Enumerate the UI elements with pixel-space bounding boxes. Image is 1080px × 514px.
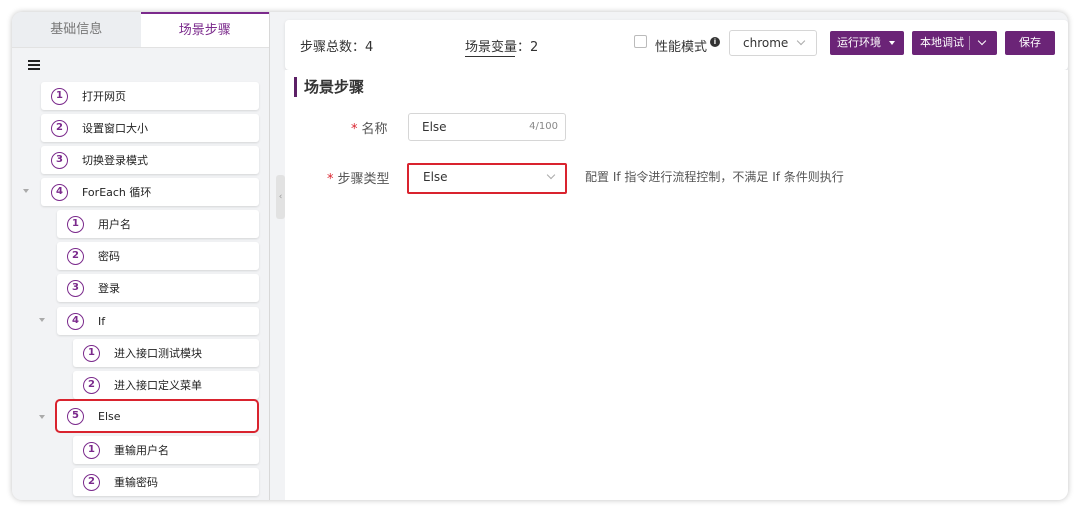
tree-step[interactable]: 1 用户名: [57, 210, 259, 238]
step-number-badge: 4: [67, 312, 84, 330]
step-number-badge: 3: [51, 151, 68, 169]
scene-vars-underline: [465, 56, 515, 57]
step-number-badge: 2: [83, 376, 100, 394]
step-number-badge: 2: [51, 119, 68, 137]
chevron-down-icon[interactable]: [977, 36, 987, 46]
step-label: 进入接口定义菜单: [114, 379, 202, 392]
perf-mode-checkbox[interactable]: [634, 35, 647, 48]
required-mark: *: [351, 122, 358, 137]
step-label: 用户名: [98, 218, 131, 231]
tree-step[interactable]: 4 ForEach 循环: [41, 178, 259, 206]
step-number-badge: 5: [67, 407, 84, 425]
step-label: 重输用户名: [114, 444, 169, 457]
step-type-hint: 配置 If 指令进行流程控制，不满足 If 条件则执行: [585, 170, 844, 184]
step-total: 步骤总数：4: [300, 40, 374, 55]
step-tree-panel: 基础信息 场景步骤 1 打开网页 2 设置窗口大小 3 切换登录模式 4 For…: [12, 12, 270, 500]
step-label: 切换登录模式: [82, 154, 148, 167]
menu-icon[interactable]: [28, 60, 40, 70]
section-accent-bar: [294, 77, 297, 97]
step-label: 重输密码: [114, 476, 158, 489]
perf-mode-label: 性能模式: [655, 40, 708, 55]
browser-value: chrome: [743, 36, 789, 50]
panel-tabs: 基础信息 场景步骤: [12, 12, 269, 48]
char-count: 4/100: [529, 121, 558, 132]
step-number-badge: 1: [67, 215, 84, 233]
step-label: 密码: [98, 250, 120, 263]
tree-step[interactable]: 3 切换登录模式: [41, 146, 259, 174]
name-label-text: 名称: [361, 122, 388, 137]
local-debug-button[interactable]: 本地调试: [912, 31, 997, 55]
app-window: 基础信息 场景步骤 1 打开网页 2 设置窗口大小 3 切换登录模式 4 For…: [12, 12, 1068, 500]
tree-step[interactable]: 3 登录: [57, 274, 259, 302]
type-label-text: 步骤类型: [337, 172, 390, 187]
tree-step[interactable]: 1 进入接口测试模块: [73, 339, 259, 367]
caret-down-icon[interactable]: [23, 189, 29, 193]
tree-step[interactable]: 4 If: [57, 307, 259, 335]
step-number-badge: 1: [51, 87, 68, 105]
step-label: If: [98, 314, 106, 328]
step-label: 设置窗口大小: [82, 122, 148, 135]
browser-select[interactable]: chrome: [729, 30, 817, 56]
tree-step[interactable]: 1 打开网页: [41, 82, 259, 110]
step-label: ForEach 循环: [82, 186, 152, 199]
tree-step[interactable]: 2 重输密码: [73, 468, 259, 496]
run-env-label: 运行环境: [837, 36, 881, 49]
step-label: Else: [98, 409, 121, 423]
run-env-button[interactable]: 运行环境: [830, 31, 904, 55]
name-input-value: Else: [422, 120, 447, 134]
step-label: 进入接口测试模块: [114, 347, 202, 360]
split-divider: [969, 36, 970, 50]
save-button[interactable]: 保存: [1005, 31, 1055, 55]
local-debug-label: 本地调试: [920, 36, 964, 49]
step-number-badge: 2: [83, 473, 100, 491]
step-detail-panel: 场景步骤 * 名称 Else 4/100 * 步骤类型 Else 配置 If 指令进…: [285, 70, 1068, 500]
step-number-badge: 3: [67, 279, 84, 297]
tab-basic-info[interactable]: 基础信息: [12, 12, 141, 47]
scene-toolbar: 步骤总数：4 场景变量：2 性能模式 i chrome 运行环境 本地调试 保存: [285, 20, 1068, 70]
tab-scene-steps[interactable]: 场景步骤: [140, 12, 269, 47]
caret-down-icon[interactable]: [39, 318, 45, 322]
name-input[interactable]: Else 4/100: [408, 113, 566, 141]
tree-step[interactable]: 1 重输用户名: [73, 436, 259, 464]
tree-step-selected[interactable]: 5 Else: [55, 399, 259, 433]
name-field-label: * 名称: [351, 118, 388, 137]
tree-step[interactable]: 2 密码: [57, 242, 259, 270]
tree-step[interactable]: 2 设置窗口大小: [41, 114, 259, 142]
tree-step[interactable]: 2 进入接口定义菜单: [73, 371, 259, 399]
info-icon: i: [710, 37, 720, 47]
collapse-panel-handle[interactable]: ‹: [276, 175, 285, 219]
step-number-badge: 4: [51, 183, 68, 201]
step-number-badge: 1: [83, 441, 100, 459]
step-label: 登录: [98, 282, 120, 295]
caret-down-icon[interactable]: [39, 415, 45, 419]
step-type-select[interactable]: Else: [407, 163, 567, 194]
chevron-down-icon: [796, 36, 806, 46]
required-mark: *: [327, 172, 334, 187]
step-label: 打开网页: [82, 90, 126, 103]
section-title: 场景步骤: [304, 78, 365, 96]
chevron-down-icon: [546, 170, 556, 180]
step-type-value: Else: [423, 170, 448, 184]
step-number-badge: 2: [67, 247, 84, 265]
step-type-field-label: * 步骤类型: [327, 168, 390, 187]
caret-down-icon: [889, 41, 895, 45]
step-number-badge: 1: [83, 344, 100, 362]
scene-vars-link[interactable]: 场景变量：2: [465, 36, 538, 55]
